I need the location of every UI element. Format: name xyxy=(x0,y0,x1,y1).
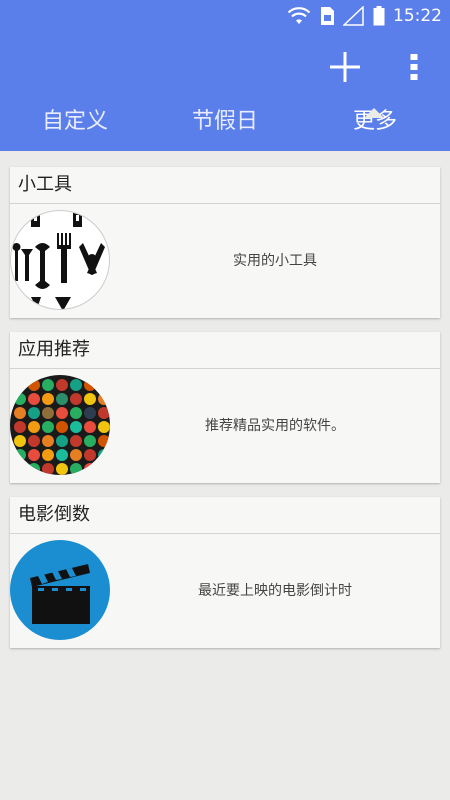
card-app-recommendations: 应用推荐 推荐精品实用的软件。 xyxy=(10,332,440,483)
tab-more[interactable]: 更多 xyxy=(300,94,450,151)
card-app-recommendations-body[interactable]: 推荐精品实用的软件。 xyxy=(10,369,440,483)
card-description: 最近要上映的电影倒计时 xyxy=(198,583,352,599)
app-grid-icon xyxy=(10,375,110,475)
overflow-menu-icon[interactable] xyxy=(404,50,424,84)
sim-card-icon xyxy=(321,7,334,25)
signal-icon xyxy=(343,6,364,26)
card-title: 小工具 xyxy=(10,167,440,204)
card-title: 电影倒数 xyxy=(10,497,440,534)
active-tab-indicator xyxy=(364,108,384,118)
card-movie-countdown-body[interactable]: 最近要上映的电影倒计时 xyxy=(10,534,440,648)
card-title: 应用推荐 xyxy=(10,332,440,369)
tools-icon xyxy=(10,210,110,310)
clapperboard-icon xyxy=(10,540,110,640)
card-tools: 小工具 实用的小工具 xyxy=(10,167,440,318)
plus-icon[interactable] xyxy=(328,50,362,84)
tab-custom[interactable]: 自定义 xyxy=(0,94,150,151)
battery-icon xyxy=(373,6,385,26)
tab-bar: 自定义 节假日 更多 xyxy=(0,94,450,151)
card-description: 实用的小工具 xyxy=(233,253,317,269)
card-tools-body[interactable]: 实用的小工具 xyxy=(10,204,440,318)
card-movie-countdown: 电影倒数 最近要上映的电影倒计时 xyxy=(10,497,440,648)
app-bar: 自定义 节假日 更多 xyxy=(0,32,450,151)
tab-holidays[interactable]: 节假日 xyxy=(150,94,300,151)
wifi-icon xyxy=(287,7,311,24)
card-description: 推荐精品实用的软件。 xyxy=(205,418,345,434)
status-bar: 15:22 xyxy=(0,0,450,32)
status-time: 15:22 xyxy=(393,6,442,26)
